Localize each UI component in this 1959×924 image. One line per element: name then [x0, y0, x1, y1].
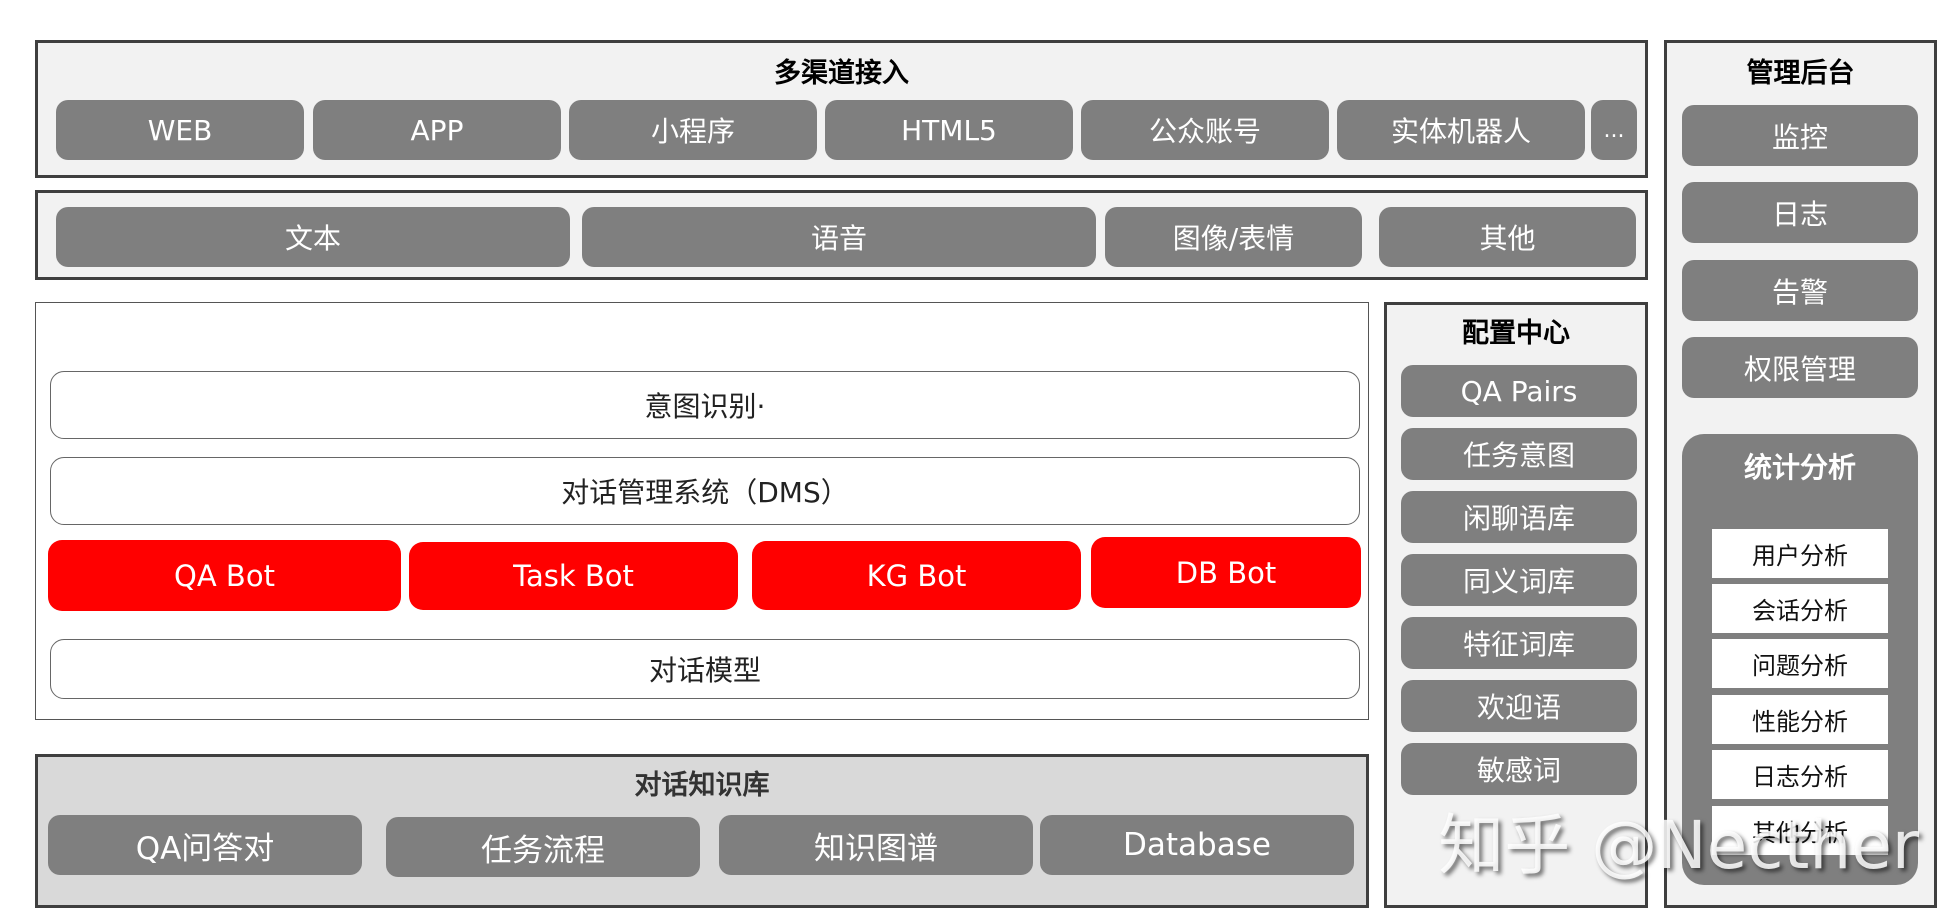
dialog-model[interactable]: 对话模型	[50, 639, 1360, 699]
qa-bot[interactable]: QA Bot	[48, 540, 401, 611]
config-sensitive-words[interactable]: 敏感词	[1401, 743, 1637, 795]
config-title: 配置中心	[1462, 318, 1570, 349]
config-chitchat-corpus[interactable]: 闲聊语库	[1401, 491, 1637, 543]
channel-html5[interactable]: HTML5	[825, 100, 1073, 160]
modality-text[interactable]: 文本	[56, 207, 570, 267]
admin-logs[interactable]: 日志	[1682, 182, 1918, 243]
modalities-panel: 文本 语音 图像/表情 其他	[35, 190, 1648, 280]
channel-mini-program[interactable]: 小程序	[569, 100, 817, 160]
admin-alerts[interactable]: 告警	[1682, 260, 1918, 321]
channel-official-account[interactable]: 公众账号	[1081, 100, 1329, 160]
kg-bot[interactable]: KG Bot	[752, 541, 1081, 610]
knowledge-title: 对话知识库	[634, 770, 770, 801]
stats-title: 统计分析	[1743, 451, 1856, 484]
knowledge-graph[interactable]: 知识图谱	[719, 815, 1033, 875]
admin-title: 管理后台	[1746, 58, 1855, 89]
stats-log-analysis[interactable]: 日志分析	[1712, 750, 1888, 799]
intent-recognition[interactable]: 意图识别·	[50, 371, 1360, 439]
stats-performance-analysis[interactable]: 性能分析	[1712, 695, 1888, 744]
config-feature-lexicon[interactable]: 特征词库	[1401, 617, 1637, 669]
stats-panel: 统计分析 用户分析 会话分析 问题分析 性能分析 日志分析 其他分析	[1682, 434, 1918, 885]
task-bot[interactable]: Task Bot	[409, 542, 738, 610]
admin-monitoring[interactable]: 监控	[1682, 105, 1918, 166]
stats-session-analysis[interactable]: 会话分析	[1712, 584, 1888, 633]
modality-image-emoji[interactable]: 图像/表情	[1105, 207, 1362, 267]
stats-other-analysis[interactable]: 其他分析	[1712, 806, 1888, 855]
channels-panel: 多渠道接入 WEB APP 小程序 HTML5 公众账号 实体机器人 ...	[35, 40, 1648, 178]
channel-physical-robot[interactable]: 实体机器人	[1337, 100, 1585, 160]
config-qa-pairs[interactable]: QA Pairs	[1401, 365, 1637, 417]
knowledge-database[interactable]: Database	[1040, 815, 1354, 875]
channel-more[interactable]: ...	[1591, 100, 1637, 160]
db-bot[interactable]: DB Bot	[1091, 537, 1361, 608]
config-panel: 配置中心 QA Pairs 任务意图 闲聊语库 同义词库 特征词库 欢迎语 敏感…	[1384, 302, 1648, 908]
admin-panel: 管理后台 监控 日志 告警 权限管理 统计分析 用户分析 会话分析 问题分析 性…	[1664, 40, 1937, 908]
stats-user-analysis[interactable]: 用户分析	[1712, 529, 1888, 578]
modality-voice[interactable]: 语音	[582, 207, 1096, 267]
knowledge-panel: 对话知识库 QA问答对 任务流程 知识图谱 Database	[35, 754, 1369, 908]
config-welcome-message[interactable]: 欢迎语	[1401, 680, 1637, 732]
dialog-management-system[interactable]: 对话管理系统（DMS）	[50, 457, 1360, 525]
channels-title: 多渠道接入	[774, 58, 909, 89]
stats-question-analysis[interactable]: 问题分析	[1712, 639, 1888, 688]
channel-web[interactable]: WEB	[56, 100, 304, 160]
modality-other[interactable]: 其他	[1379, 207, 1636, 267]
admin-permissions[interactable]: 权限管理	[1682, 337, 1918, 398]
config-task-intent[interactable]: 任务意图	[1401, 428, 1637, 480]
knowledge-qa-pairs[interactable]: QA问答对	[48, 815, 362, 875]
core-panel: 意图识别· 对话管理系统（DMS） QA Bot Task Bot KG Bot…	[35, 302, 1369, 720]
config-synonym-lexicon[interactable]: 同义词库	[1401, 554, 1637, 606]
channel-app[interactable]: APP	[313, 100, 561, 160]
knowledge-task-flow[interactable]: 任务流程	[386, 817, 700, 877]
